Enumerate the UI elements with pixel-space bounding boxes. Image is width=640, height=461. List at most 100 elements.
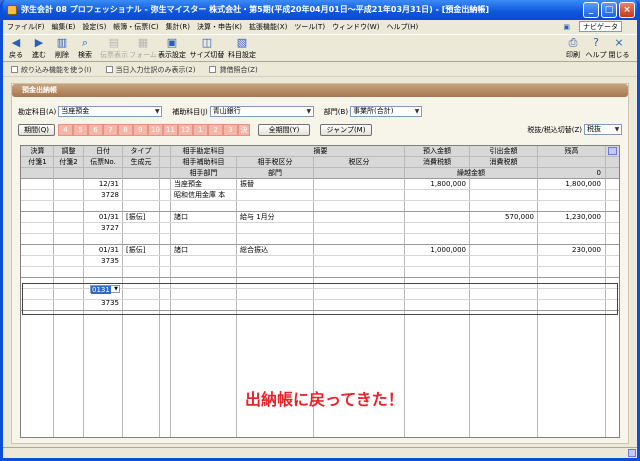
form-button[interactable]: ▦ フォーム <box>129 35 157 60</box>
display-settings-button[interactable]: ▣ 表示設定 <box>155 35 189 60</box>
today-only-checkbox[interactable]: 当日入力仕訳のみ表示(2) <box>105 65 195 75</box>
row3-date[interactable]: 01/31 <box>84 246 119 255</box>
col-header-deposit-tax: 消費税額 <box>423 158 451 166</box>
form-icon: ▦ <box>137 36 149 49</box>
tax-toggle-label: 税抜/税込切替(Z) <box>527 125 582 134</box>
ledger-panel: 預金出納帳 勘定科目(A) 当座預金 ▼ 補助科目(J) 青山銀行 ▼ 部門(B) … <box>11 83 629 444</box>
row1-counter-account[interactable]: 当座預金 <box>174 180 234 189</box>
checkbox-icon <box>209 66 217 73</box>
menu-totals[interactable]: 集計(R) <box>166 22 190 32</box>
row1-counter-subaccount[interactable]: 昭和信用金庫 本 <box>174 191 234 200</box>
panel-title: 預金出納帳 <box>12 84 628 97</box>
help-button[interactable]: ? ヘルプ <box>585 35 607 60</box>
row2-type[interactable]: [振伝] <box>126 213 158 222</box>
month-tab[interactable]: 12 <box>177 124 193 136</box>
close-button[interactable]: ⨯ 閉じる <box>608 35 630 60</box>
balance-check-checkbox[interactable]: 貸借照合(Z) <box>209 65 258 75</box>
subaccount-label: 補助科目(J) <box>172 107 208 116</box>
row3-type[interactable]: [振伝] <box>126 246 158 255</box>
menu-bar: ファイル(F) 編集(E) 設定(S) 帳簿・伝票(C) 集計(R) 決算・申告… <box>3 20 637 33</box>
all-period-button[interactable]: 全期間(Y) <box>257 124 310 136</box>
month-tab[interactable]: 1 <box>192 124 208 136</box>
month-tab-closing[interactable]: 決 <box>237 124 250 136</box>
month-tab[interactable]: 2 <box>207 124 223 136</box>
month-tab[interactable]: 11 <box>162 124 178 136</box>
row1-date[interactable]: 12/31 <box>84 180 119 189</box>
jump-button[interactable]: ジャンプ(M) <box>319 124 372 136</box>
app-icon <box>7 5 17 15</box>
tax-select[interactable]: 税抜 ▼ <box>584 124 622 135</box>
month-tab[interactable]: 9 <box>132 124 148 136</box>
dept-select[interactable]: 事業所(合計) ▼ <box>350 106 423 117</box>
title-bar: 弥生会計 08 プロフェッショナル - 弥生マイスター 株式会社・第5期(平成2… <box>3 0 637 20</box>
row2-memo[interactable]: 給与 1月分 <box>240 213 400 222</box>
navigator-button[interactable]: ▣ ナビゲータ <box>563 21 629 32</box>
voucher-display-button[interactable]: ▤ 伝票表示 <box>97 35 131 60</box>
col-header-memo: 摘要 <box>313 147 328 155</box>
minimize-button[interactable]: _ <box>583 2 599 18</box>
input-row-voucher-no[interactable]: 3735 <box>84 299 119 308</box>
row3-deposit[interactable]: 1,000,000 <box>405 246 466 255</box>
row3-balance: 230,000 <box>572 246 601 254</box>
chevron-down-icon: ▼ <box>414 108 420 115</box>
col-header-carryover: 繰越金額 <box>457 169 485 177</box>
col-header-tax: 税区分 <box>348 158 370 166</box>
size-toggle-button[interactable]: ◫ サイズ切替 <box>190 35 225 60</box>
maximize-button[interactable]: □ <box>601 2 617 18</box>
print-button[interactable]: ⎙ 印刷 <box>562 35 584 60</box>
column-settings-icon[interactable] <box>608 147 617 155</box>
account-select[interactable]: 当座預金 ▼ <box>58 106 163 117</box>
menu-settings[interactable]: 設定(S) <box>82 22 106 32</box>
col-header-tag1: 付箋1 <box>28 158 47 166</box>
row1-memo[interactable]: 振替 <box>240 180 400 189</box>
voucher-icon: ▤ <box>108 36 120 49</box>
month-tab[interactable]: 3 <box>222 124 238 136</box>
chevron-down-icon: ▼ <box>154 108 160 115</box>
menu-file[interactable]: ファイル(F) <box>7 22 45 32</box>
date-input[interactable]: 0131 ▼ <box>90 285 120 294</box>
chevron-down-icon: ▼ <box>306 108 312 115</box>
toolbar: ◀ 戻る ▶ 進む ▥ 削除 ⌕ 検索 ▤ 伝票表示 ▦ フォーム ▣ 表示設定 ◫ サイズ切替… <box>3 34 637 62</box>
ledger-table: 決算 調整 日付 タイプ 相手勘定科目 摘要 預入金額 引出金額 残高 付箋1 … <box>20 145 620 438</box>
month-tab[interactable]: 4 <box>57 124 73 136</box>
month-tab[interactable]: 7 <box>102 124 118 136</box>
month-tab[interactable]: 8 <box>117 124 133 136</box>
navigator-label: ナビゲータ <box>579 21 622 32</box>
delete-button[interactable]: ▥ 削除 <box>51 35 73 60</box>
close-icon: ⨯ <box>614 36 624 49</box>
period-button[interactable]: 期間(Q) <box>18 124 55 136</box>
forward-button[interactable]: ▶ 進む <box>28 35 50 60</box>
menu-help[interactable]: ヘルプ(H) <box>386 22 418 32</box>
size-toggle-icon: ◫ <box>201 36 213 49</box>
menu-extensions[interactable]: 拡張機能(X) <box>249 22 287 32</box>
search-button[interactable]: ⌕ 検索 <box>74 35 96 60</box>
menu-books[interactable]: 帳簿・伝票(C) <box>113 22 158 32</box>
menu-closing[interactable]: 決算・申告(K) <box>197 22 242 32</box>
menu-window[interactable]: ウィンドウ(W) <box>332 22 379 32</box>
menu-edit[interactable]: 編集(E) <box>52 22 76 32</box>
col-header-counter-account: 相手勘定科目 <box>182 147 225 155</box>
chevron-down-icon[interactable]: ▼ <box>114 286 118 292</box>
resize-grip-icon[interactable] <box>628 449 636 457</box>
row2-date[interactable]: 01/31 <box>84 213 119 222</box>
row2-voucher-no[interactable]: 3727 <box>84 224 119 233</box>
row3-memo[interactable]: 総合振込 <box>240 246 400 255</box>
month-tab[interactable]: 10 <box>147 124 163 136</box>
month-tab[interactable]: 5 <box>72 124 88 136</box>
subaccount-select[interactable]: 青山銀行 ▼ <box>209 106 314 117</box>
month-tab[interactable]: 6 <box>87 124 103 136</box>
row1-voucher-no[interactable]: 3728 <box>84 191 119 200</box>
row1-deposit[interactable]: 1,800,000 <box>405 180 466 189</box>
row2-withdraw[interactable]: 570,000 <box>470 213 534 222</box>
row3-counter-account[interactable]: 諸口 <box>174 246 234 255</box>
row2-counter-account[interactable]: 諸口 <box>174 213 234 222</box>
back-arrow-icon: ◀ <box>11 36 21 49</box>
close-window-button[interactable]: × <box>619 2 635 18</box>
col-header-voucher-no: 伝票No. <box>90 158 116 166</box>
menu-tools[interactable]: ツール(T) <box>294 22 325 32</box>
filter-checkbox[interactable]: 絞り込み機能を使う(I) <box>11 65 92 75</box>
back-button[interactable]: ◀ 戻る <box>5 35 27 60</box>
row3-voucher-no[interactable]: 3735 <box>84 257 119 266</box>
account-settings-button[interactable]: ▧ 科目設定 <box>225 35 259 60</box>
main-window: 弥生会計 08 プロフェッショナル - 弥生マイスター 株式会社・第5期(平成2… <box>0 0 640 461</box>
